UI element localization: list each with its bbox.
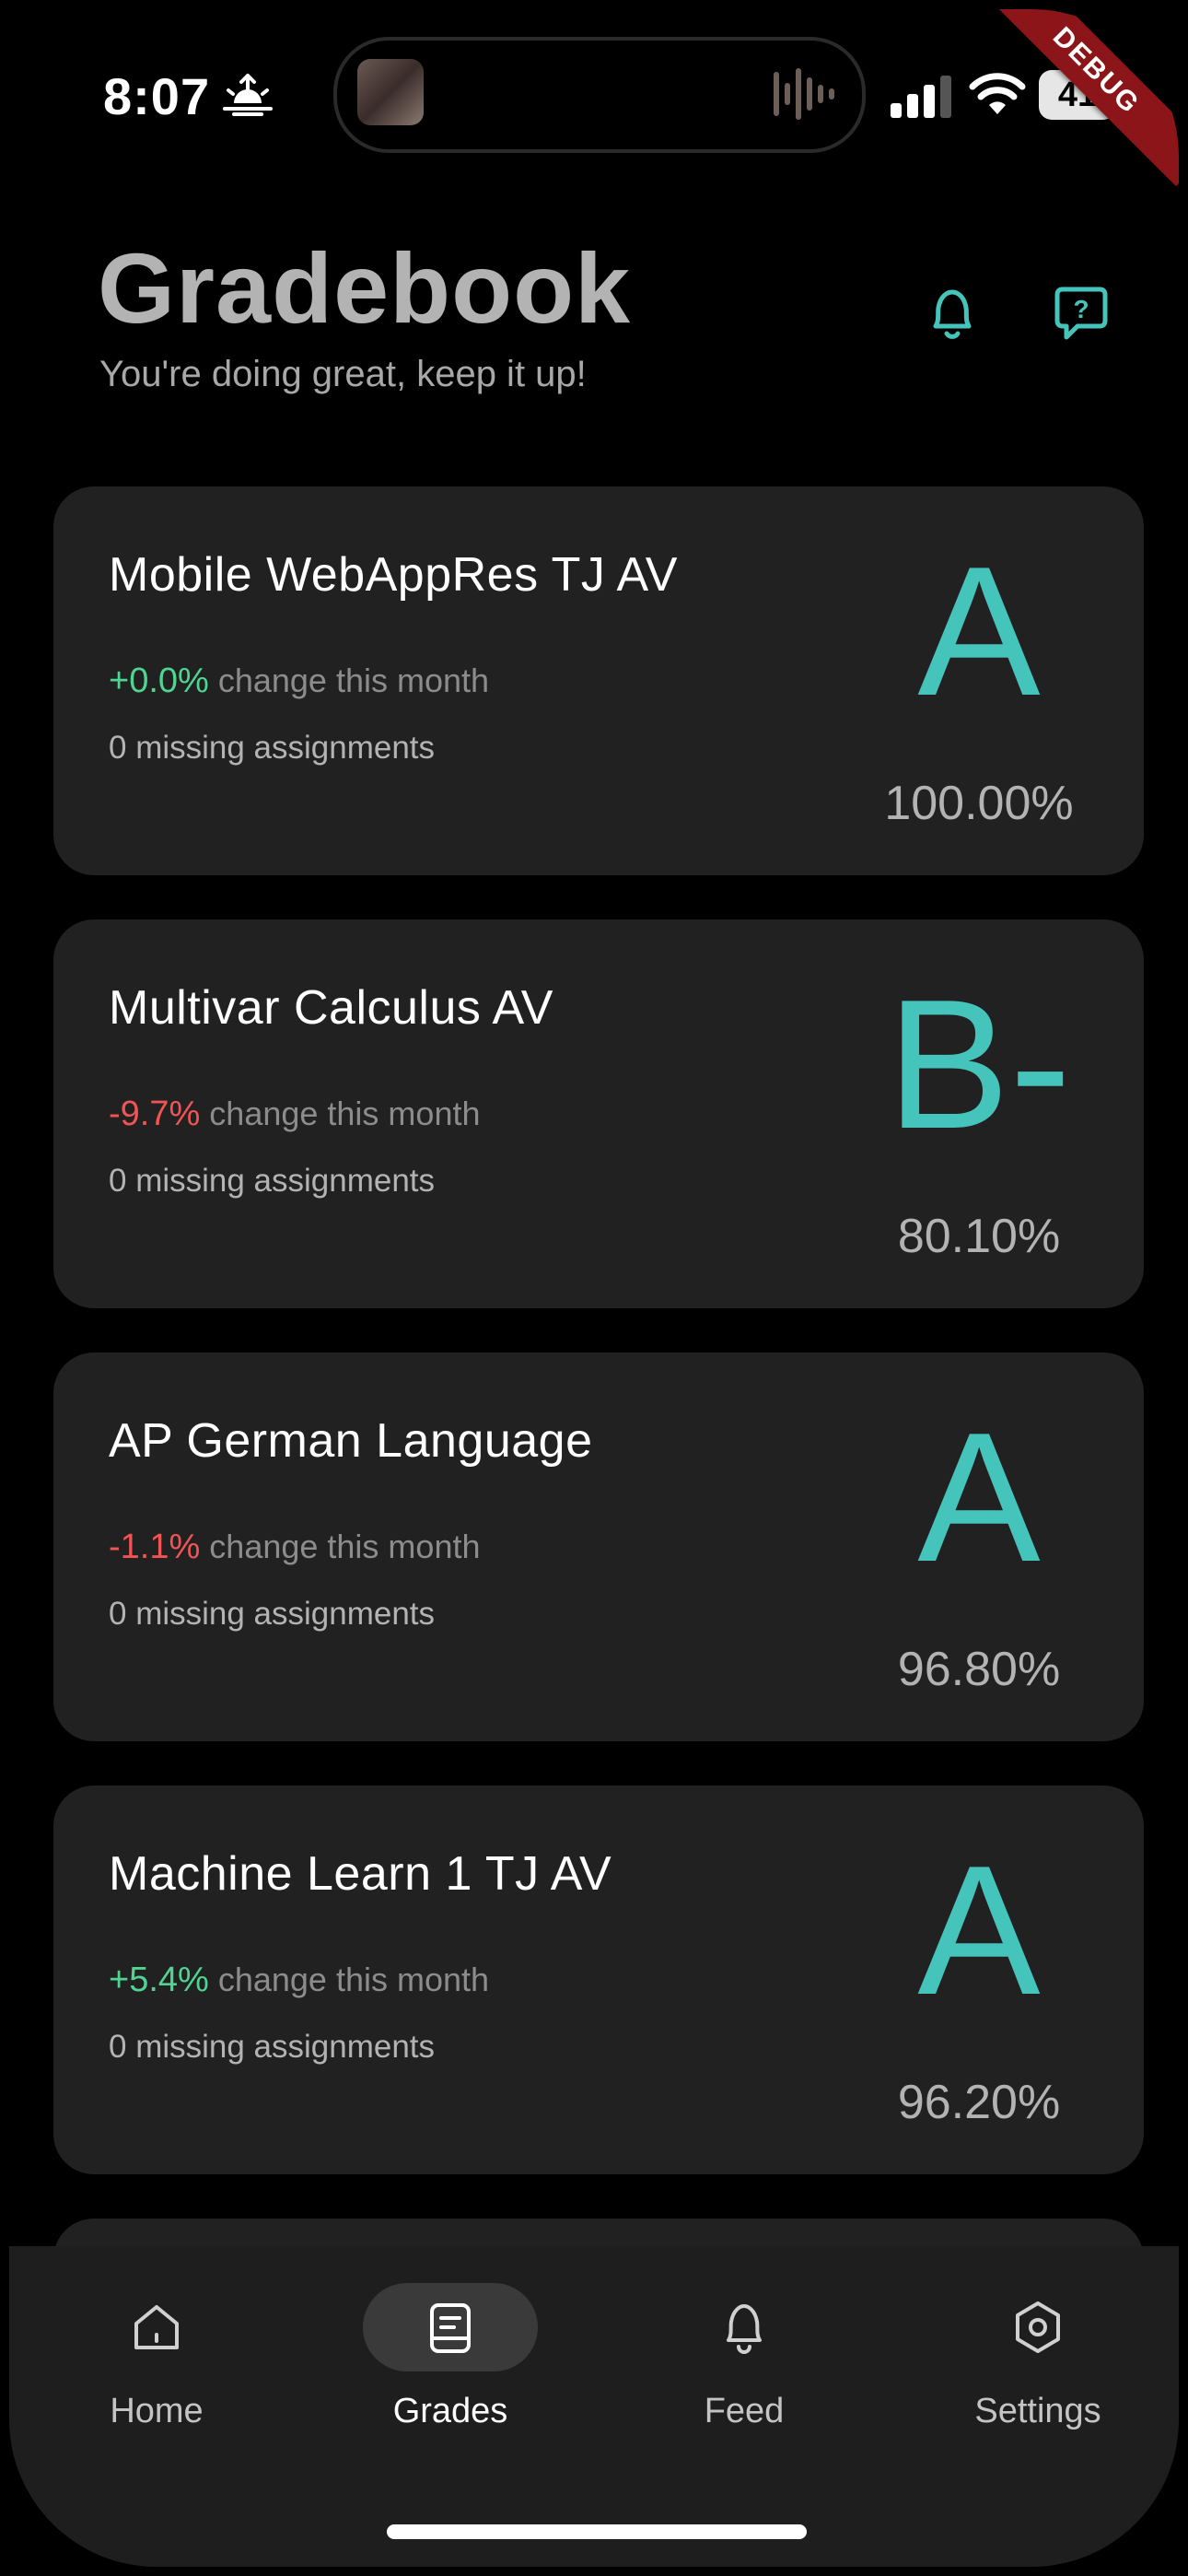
grade-change: -1.1% change this month <box>109 1528 480 1567</box>
letter-grade: A <box>917 1828 1041 2033</box>
grade-change-value: -1.1% <box>109 1528 201 1566</box>
nav-item-home[interactable]: Home <box>37 2283 276 2467</box>
notifications-button[interactable] <box>915 278 989 352</box>
missing-assignments: 0 missing assignments <box>109 730 436 766</box>
grade-change: +0.0% change this month <box>109 662 489 701</box>
bell-icon <box>933 289 972 339</box>
grade-change: +5.4% change this month <box>109 1961 489 2000</box>
course-list: Mobile WebAppRes TJ AV +0.0% change this… <box>53 486 1144 2329</box>
course-card[interactable]: Mobile WebAppRes TJ AV +0.0% change this… <box>53 486 1144 875</box>
nav-label: Home <box>110 2392 204 2430</box>
grade-change-label: change this month <box>217 1961 490 1998</box>
nav-item-feed[interactable]: Feed <box>624 2283 864 2467</box>
audio-waveform-icon <box>774 68 834 120</box>
grade-change-label: change this month <box>217 662 490 699</box>
grade-percent: 100.00% <box>884 777 1074 830</box>
status-time: 8:07 <box>103 67 211 125</box>
now-playing-artwork <box>357 59 424 125</box>
home-icon <box>134 2305 179 2349</box>
course-name: Multivar Calculus AV <box>109 981 553 1035</box>
bottom-navigation: Home Grades Feed Settings <box>9 2246 1179 2567</box>
missing-assignments: 0 missing assignments <box>109 1163 436 1199</box>
cellular-signal-icon <box>891 76 951 118</box>
grade-change: -9.7% change this month <box>109 1095 480 1134</box>
course-name: Mobile WebAppRes TJ AV <box>109 548 678 602</box>
grade-change-label: change this month <box>209 1528 481 1565</box>
grade-change-label: change this month <box>209 1095 481 1132</box>
home-indicator[interactable] <box>387 2524 807 2539</box>
missing-assignments: 0 missing assignments <box>109 2029 436 2065</box>
grade-percent: 96.20% <box>897 2076 1061 2129</box>
course-card[interactable]: AP German Language -1.1% change this mon… <box>53 1352 1144 1741</box>
help-button[interactable]: ? <box>1044 278 1118 352</box>
app-screen: 8:07 41 DEBUG Gradebook You're doing gre… <box>9 9 1179 2567</box>
nav-label: Settings <box>974 2392 1101 2430</box>
course-card[interactable]: Machine Learn 1 TJ AV +5.4% change this … <box>53 1786 1144 2174</box>
nav-item-settings[interactable]: Settings <box>918 2283 1158 2467</box>
letter-grade: B- <box>887 962 1071 1167</box>
wifi-icon <box>969 73 1026 114</box>
course-card[interactable]: Multivar Calculus AV -9.7% change this m… <box>53 919 1144 1308</box>
page-subtitle: You're doing great, keep it up! <box>99 354 587 394</box>
nav-label: Feed <box>704 2392 785 2430</box>
svg-text:?: ? <box>1073 295 1089 323</box>
gradebook-icon <box>430 2303 471 2353</box>
letter-grade: A <box>917 1395 1041 1600</box>
missing-assignments: 0 missing assignments <box>109 1596 436 1632</box>
grade-percent: 80.10% <box>897 1210 1061 1263</box>
letter-grade: A <box>917 529 1041 734</box>
page-title: Gradebook <box>98 232 632 344</box>
grade-change-value: +5.4% <box>109 1961 209 1999</box>
nav-item-grades[interactable]: Grades <box>331 2283 570 2467</box>
nav-label: Grades <box>392 2392 508 2430</box>
grade-change-value: -9.7% <box>109 1095 201 1133</box>
dynamic-island[interactable] <box>333 37 866 153</box>
course-name: AP German Language <box>109 1414 593 1468</box>
grade-percent: 96.80% <box>897 1643 1061 1696</box>
course-name: Machine Learn 1 TJ AV <box>109 1847 612 1901</box>
settings-icon <box>1016 2301 1060 2353</box>
bell-icon <box>727 2304 762 2354</box>
sunrise-icon <box>223 74 273 116</box>
help-chat-icon: ? <box>1054 287 1108 340</box>
grade-change-value: +0.0% <box>109 662 209 700</box>
